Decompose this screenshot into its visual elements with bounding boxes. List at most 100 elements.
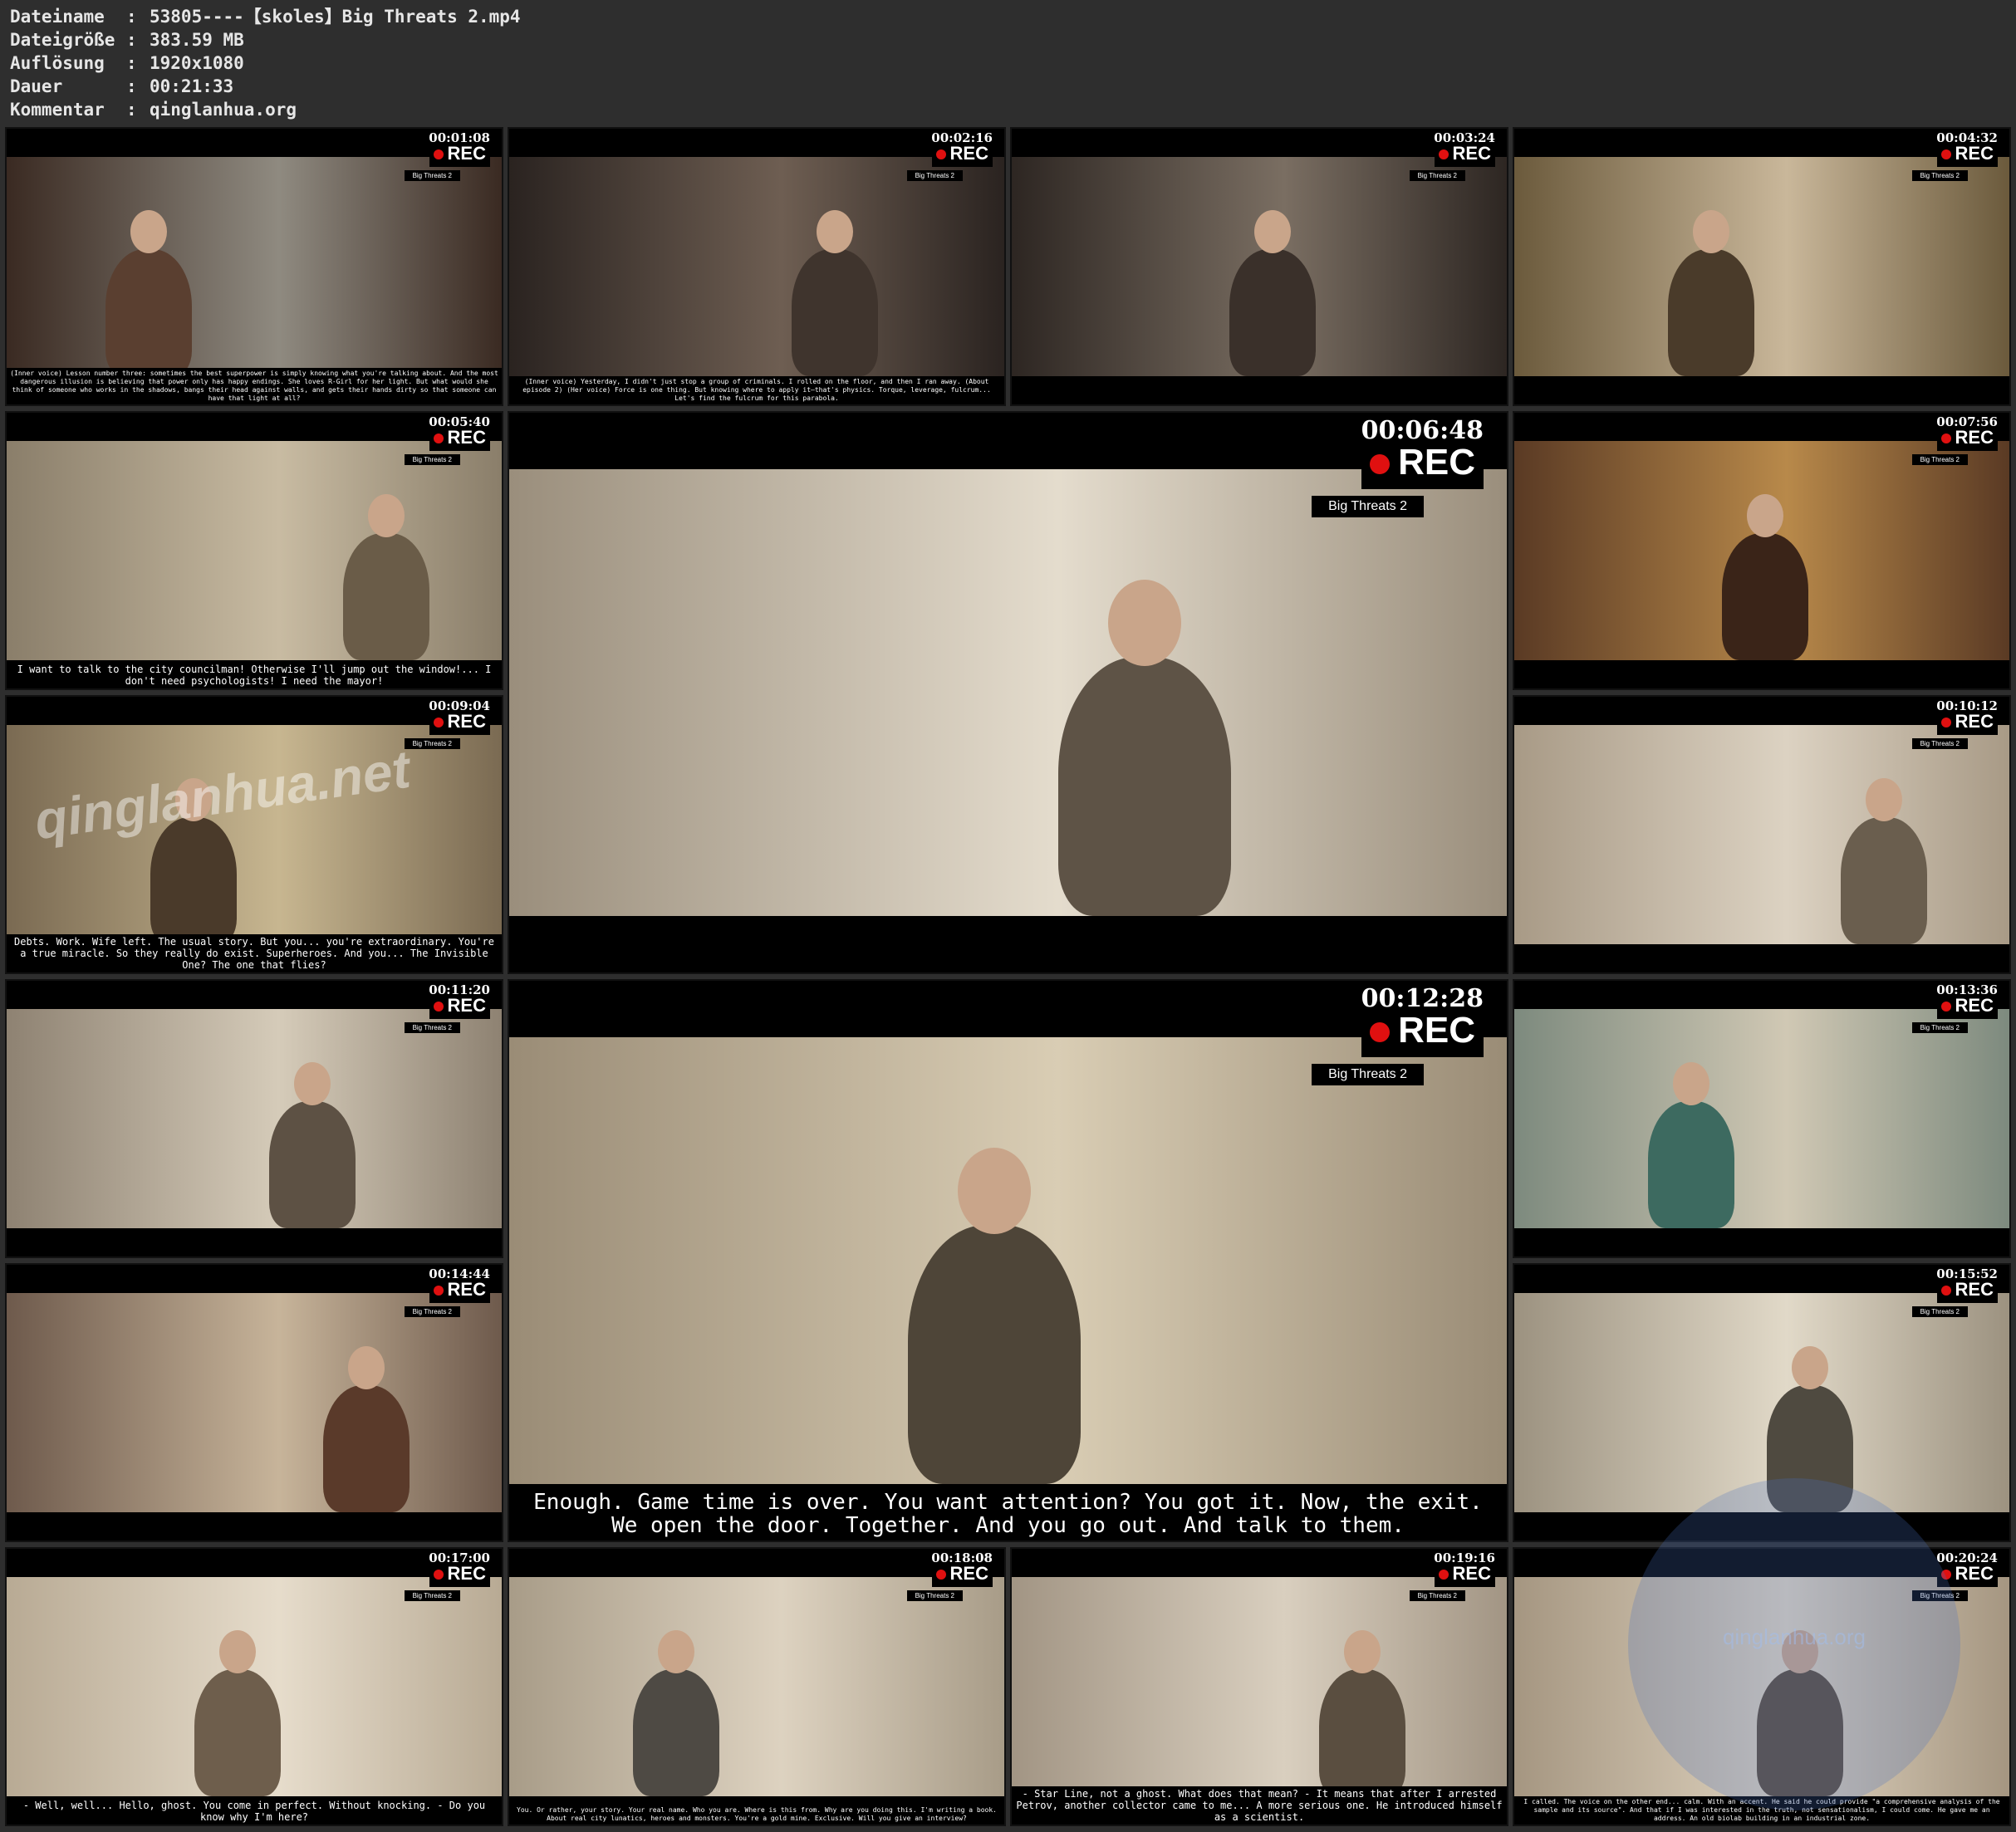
info-key: Dateiname (10, 7, 105, 27)
rec-label: REC (1955, 143, 1994, 164)
letterbox-top (7, 697, 502, 725)
video-frame (1012, 1577, 1507, 1796)
rec-label: REC (447, 1563, 486, 1584)
person-head (1866, 778, 1903, 822)
timestamp: 00:03:24 (1434, 130, 1495, 145)
letterbox-top (509, 981, 1507, 1037)
person-silhouette (194, 1668, 282, 1796)
timestamp: 00:05:40 (429, 414, 490, 429)
person-silhouette (1318, 1668, 1405, 1796)
person-head (1692, 210, 1729, 254)
video-thumbnail[interactable]: REC 00:19:16 Big Threats 2 - Star Line, not… (1010, 1547, 1508, 1826)
title-tag: Big Threats 2 (1312, 1064, 1424, 1085)
title-tag: Big Threats 2 (1911, 454, 1968, 465)
video-thumbnail[interactable]: REC 00:12:28 Big Threats 2 Enough. Game tim… (508, 979, 1508, 1542)
person-silhouette (908, 1224, 1082, 1484)
letterbox-top (509, 129, 1004, 157)
video-thumbnail[interactable]: REC 00:07:56 Big Threats 2 (1513, 411, 2011, 690)
title-tag: Big Threats 2 (404, 454, 460, 465)
video-frame (7, 1009, 502, 1228)
timestamp: 00:10:12 (1936, 698, 1998, 713)
rec-label: REC (1955, 1563, 1994, 1584)
rec-label: REC (1955, 1279, 1994, 1300)
video-frame (1514, 1009, 2009, 1228)
rec-label: REC (447, 427, 486, 448)
timestamp: 00:15:52 (1936, 1266, 1998, 1281)
title-tag: Big Threats 2 (404, 738, 460, 749)
video-thumbnail[interactable]: REC 00:05:40 Big Threats 2 I want to talk t… (5, 411, 503, 690)
letterbox-top (1012, 129, 1507, 157)
timestamp: 00:19:16 (1434, 1550, 1495, 1565)
person-silhouette (268, 1100, 356, 1228)
info-key: Dauer (10, 76, 63, 96)
info-row-filename: Dateiname:53805----【skoles】Big Threats 2… (10, 7, 521, 27)
video-thumbnail[interactable]: REC 00:18:08 Big Threats 2 You. Or rather, … (508, 1547, 1006, 1826)
title-tag: Big Threats 2 (1312, 496, 1424, 517)
video-thumbnail[interactable]: REC 00:14:44 Big Threats 2 (5, 1263, 503, 1542)
info-value: 00:21:33 (150, 76, 234, 96)
letterbox-bottom (1514, 376, 2009, 404)
video-thumbnail[interactable]: REC 00:13:36 Big Threats 2 (1513, 979, 2011, 1258)
video-thumbnail[interactable]: REC 00:17:00 Big Threats 2 - Well, well... … (5, 1547, 503, 1826)
person-head (958, 1147, 1032, 1234)
timestamp: 00:13:36 (1936, 982, 1998, 997)
file-info-header: Dateiname:53805----【skoles】Big Threats 2… (10, 5, 521, 121)
record-dot-icon (433, 149, 444, 160)
timestamp: 00:12:28 (1361, 984, 1484, 1013)
letterbox-top (1514, 129, 2009, 157)
video-thumbnail[interactable]: REC 00:02:16 Big Threats 2 (Inner voice) Ye… (508, 127, 1006, 406)
record-dot-icon (1940, 434, 1951, 444)
video-frame (1012, 157, 1507, 376)
title-tag: Big Threats 2 (906, 1590, 963, 1601)
video-frame (1514, 157, 2009, 376)
video-thumbnail[interactable]: REC 00:03:24 Big Threats 2 (1010, 127, 1508, 406)
title-tag: Big Threats 2 (906, 170, 963, 181)
record-dot-icon (1438, 1570, 1449, 1580)
person-head (1791, 1346, 1828, 1390)
person-silhouette (1667, 248, 1754, 376)
subtitle: (Inner voice) Lesson number three: somet… (7, 368, 502, 404)
timestamp: 00:09:04 (429, 698, 490, 713)
subtitle: You. Or rather, your story. Your real na… (509, 1805, 1004, 1825)
timestamp: 00:06:48 (1361, 416, 1484, 445)
letterbox-bottom (1514, 944, 2009, 972)
video-frame (509, 469, 1507, 916)
person-silhouette (1229, 248, 1317, 376)
letterbox-bottom (1514, 1228, 2009, 1256)
letterbox-bottom (1514, 660, 2009, 688)
letterbox-top (7, 129, 502, 157)
title-tag: Big Threats 2 (404, 170, 460, 181)
video-thumbnail[interactable]: REC 00:06:48 Big Threats 2 (508, 411, 1508, 974)
title-tag: Big Threats 2 (404, 1590, 460, 1601)
subtitle: - Star Line, not a ghost. What does that… (1012, 1786, 1507, 1825)
letterbox-top (1514, 981, 2009, 1009)
rec-label: REC (1955, 995, 1994, 1016)
video-frame (509, 1577, 1004, 1796)
person-head (130, 210, 168, 254)
letterbox-top (7, 413, 502, 441)
person-silhouette (150, 816, 237, 944)
rec-label: REC (1398, 1010, 1475, 1051)
record-dot-icon (433, 1002, 444, 1012)
record-dot-icon (433, 1286, 444, 1296)
video-thumbnail[interactable]: REC 00:04:32 Big Threats 2 (1513, 127, 2011, 406)
person-head (1343, 1630, 1381, 1674)
video-frame (7, 157, 502, 376)
video-thumbnail[interactable]: REC 00:10:12 Big Threats 2 (1513, 695, 2011, 974)
person-silhouette (1647, 1100, 1734, 1228)
title-tag: Big Threats 2 (1911, 1022, 1968, 1033)
timestamp: 00:11:20 (429, 982, 490, 997)
video-thumbnail[interactable]: REC 00:11:20 Big Threats 2 (5, 979, 503, 1258)
video-thumbnail[interactable]: REC 00:01:08 Big Threats 2 (Inner voice) Le… (5, 127, 503, 406)
person-head (293, 1062, 331, 1106)
person-silhouette (633, 1668, 719, 1796)
person-head (1672, 1062, 1709, 1106)
letterbox-top (7, 981, 502, 1009)
letterbox-top (7, 1265, 502, 1293)
video-frame (509, 1037, 1507, 1484)
timestamp: 00:02:16 (931, 130, 993, 145)
timestamp: 00:17:00 (429, 1550, 490, 1565)
title-tag: Big Threats 2 (1911, 738, 1968, 749)
title-tag: Big Threats 2 (1911, 1306, 1968, 1317)
video-frame (1514, 1293, 2009, 1512)
